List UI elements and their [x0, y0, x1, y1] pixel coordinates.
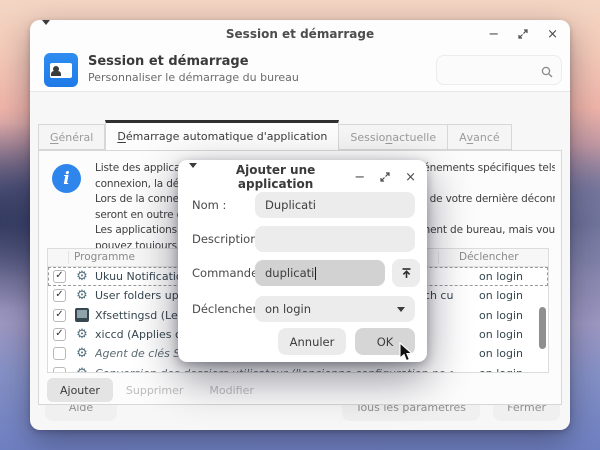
table-row[interactable]: ✓ ⚙ Conversion des dossiers utilisateur …: [48, 363, 548, 373]
window-menu-button[interactable]: [42, 25, 50, 44]
dialog-maximize-button[interactable]: [380, 172, 390, 182]
app-gear-icon: ⚙: [75, 289, 89, 303]
trigger-dropdown[interactable]: on login: [255, 296, 415, 322]
add-application-dialog: Ajouter une application − × Nom : Duplic…: [178, 160, 427, 362]
column-header-program[interactable]: Programme: [74, 251, 135, 263]
checkbox[interactable]: ✓: [53, 367, 66, 373]
list-action-buttons: Ajouter Supprimer Modifier: [47, 378, 267, 402]
trigger-cell: on login: [479, 347, 523, 360]
edit-button[interactable]: Modifier: [196, 378, 266, 402]
command-field[interactable]: duplicati: [255, 260, 385, 286]
app-label: Conversion des dossiers utilisateur (l'a…: [95, 367, 453, 373]
browse-command-button[interactable]: [392, 259, 420, 287]
text-caret: [315, 267, 316, 280]
app-gear-icon: ⚙: [75, 328, 89, 342]
menu-triangle-icon: [189, 163, 197, 187]
dialog-close-button[interactable]: ×: [405, 171, 416, 184]
trigger-cell: on login: [479, 367, 523, 373]
name-value: Duplicati: [265, 198, 316, 212]
command-value: duplicati: [265, 266, 314, 280]
dialog-minimize-button[interactable]: −: [354, 171, 365, 184]
trigger-cell: on login: [479, 270, 523, 283]
tab-advanced[interactable]: Avancé: [448, 124, 512, 150]
checkbox[interactable]: ✓: [53, 270, 66, 283]
checkbox[interactable]: ✓: [53, 328, 66, 341]
chevron-down-icon: [397, 307, 405, 312]
mouse-cursor: [399, 342, 414, 367]
session-app-icon: [44, 53, 78, 87]
add-button[interactable]: Ajouter: [47, 378, 113, 402]
checkbox[interactable]: ✓: [53, 309, 66, 322]
menu-triangle-icon: [42, 20, 50, 44]
trigger-cell: on login: [479, 309, 523, 322]
checkbox[interactable]: ✓: [53, 289, 66, 302]
checkbox[interactable]: ✓: [53, 347, 66, 360]
tab-current-session[interactable]: Session actuelle: [339, 124, 448, 150]
settings-header: Session et démarrage Personnaliser le dé…: [30, 48, 570, 92]
name-label: Nom :: [192, 198, 226, 212]
maximize-icon: [380, 172, 390, 182]
tab-bar: Général Démarrage automatique d'applicat…: [38, 120, 562, 150]
dialog-titlebar: Ajouter une application − ×: [178, 164, 427, 190]
trigger-label: Déclencher :: [192, 302, 265, 316]
close-button[interactable]: ×: [547, 28, 558, 41]
app-gear-icon: ⚙: [75, 270, 89, 284]
page-subtitle: Personnaliser le démarrage du bureau: [88, 71, 299, 84]
check-icon: ✓: [55, 329, 63, 339]
window-title: Session et démarrage: [42, 27, 558, 41]
dialog-buttons: Annuler OK: [278, 328, 415, 355]
name-field[interactable]: Duplicati: [255, 192, 415, 218]
app-display-icon: [75, 308, 89, 322]
trigger-cell: on login: [479, 328, 523, 341]
app-gear-icon: ⚙: [75, 347, 89, 361]
trigger-cell: on login: [479, 289, 523, 302]
tab-autostart[interactable]: Démarrage automatique d'application: [105, 120, 339, 151]
maximize-icon: [518, 29, 528, 39]
cancel-button[interactable]: Annuler: [278, 328, 346, 355]
column-header-trigger[interactable]: Déclencher: [459, 251, 519, 263]
trigger-value: on login: [265, 302, 311, 316]
minimize-button[interactable]: −: [488, 28, 499, 41]
check-icon: ✓: [55, 271, 63, 281]
dialog-menu-button[interactable]: [189, 168, 197, 187]
info-icon: i: [52, 164, 81, 193]
dialog-title: Ajouter une application: [197, 163, 354, 191]
app-gear-icon: ⚙: [75, 366, 89, 373]
tab-general[interactable]: Général: [38, 124, 105, 150]
table-scrollbar[interactable]: [538, 269, 547, 370]
upload-icon: [400, 267, 413, 280]
description-field[interactable]: [255, 226, 415, 252]
window-titlebar: Session et démarrage − ×: [30, 20, 570, 48]
page-title: Session et démarrage: [88, 54, 249, 69]
scrollbar-thumb[interactable]: [539, 307, 546, 349]
search-icon: [541, 63, 553, 82]
remove-button[interactable]: Supprimer: [113, 378, 197, 402]
maximize-button[interactable]: [518, 29, 528, 39]
check-icon: ✓: [55, 290, 63, 300]
check-icon: ✓: [55, 310, 63, 320]
